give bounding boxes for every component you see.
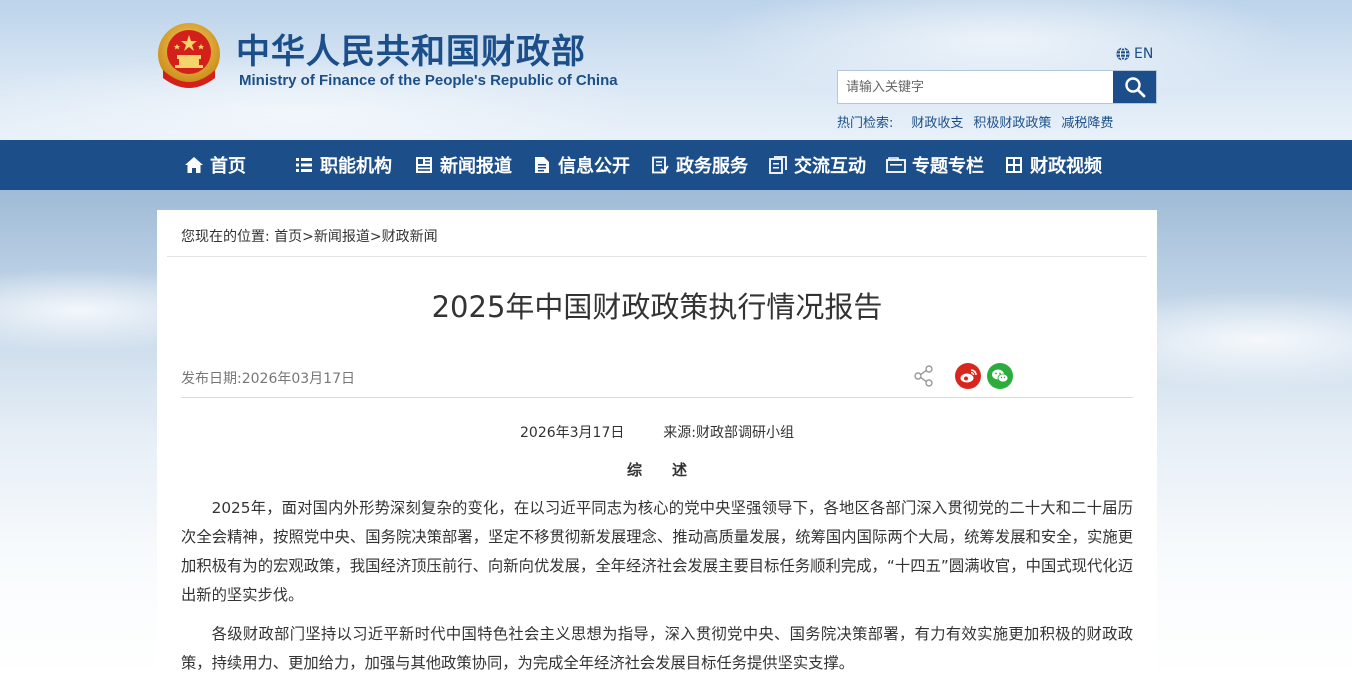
hot-search-link[interactable]: 减税降费 — [1061, 112, 1113, 131]
video-icon — [1004, 155, 1024, 175]
nav-label: 政务服务 — [676, 156, 748, 177]
article-meta: 2026年3月17日 来源:财政部调研小组 — [157, 422, 1157, 442]
globe-icon — [1116, 47, 1130, 61]
article-title: 2025年中国财政政策执行情况报告 — [431, 290, 883, 324]
article-date: 2026年3月17日 — [520, 425, 625, 441]
weibo-share-button[interactable] — [955, 363, 981, 389]
site-title-cn[interactable]: 中华人民共和国财政部 — [236, 24, 586, 73]
chat-icon — [768, 155, 788, 175]
folder-icon — [886, 155, 906, 175]
breadcrumb-prefix: 您现在的位置: — [181, 229, 270, 245]
nav-label: 财政视频 — [1030, 156, 1102, 177]
breadcrumb-separator: > — [369, 229, 382, 245]
share-button[interactable] — [911, 363, 937, 389]
nav-label: 职能机构 — [320, 156, 392, 177]
nav-label: 首页 — [210, 156, 246, 177]
divider — [181, 397, 1133, 398]
home-icon — [184, 155, 204, 175]
nav-label: 信息公开 — [558, 156, 630, 177]
hot-search: 热门检索: 财政收支 积极财政政策 减税降费 — [837, 112, 1113, 131]
hot-search-link[interactable]: 财政收支 — [911, 112, 963, 131]
share-icon — [914, 365, 933, 387]
search-button[interactable] — [1113, 71, 1156, 103]
nav-item-home[interactable]: 首页 — [184, 140, 246, 190]
site-header: 中华人民共和国财政部 Ministry of Finance of the Pe… — [0, 0, 1352, 140]
nav-item-videos[interactable]: 财政视频 — [1004, 140, 1102, 190]
share-bar — [911, 363, 1013, 389]
document-icon — [532, 155, 552, 175]
list-icon — [294, 155, 314, 175]
search-box — [837, 70, 1157, 104]
main-nav: 首页 职能机构 新闻报道 信息公开 政务服务 交流互动 专题专栏 财政视频 — [0, 140, 1352, 190]
language-label: EN — [1134, 46, 1154, 62]
nav-item-services[interactable]: 政务服务 — [650, 140, 748, 190]
breadcrumb: 您现在的位置: 首页>新闻报道>财政新闻 — [181, 226, 438, 246]
section-heading: 综述 — [626, 461, 717, 479]
article-paragraph: 各级财政部门坚持以习近平新时代中国特色社会主义思想为指导，深入贯彻党中央、国务院… — [181, 625, 1133, 672]
breadcrumb-link-news[interactable]: 新闻报道 — [314, 229, 370, 245]
nav-item-news[interactable]: 新闻报道 — [414, 140, 512, 190]
nav-label: 交流互动 — [794, 156, 866, 177]
site-title-en[interactable]: Ministry of Finance of the People's Repu… — [239, 72, 618, 89]
nav-item-functions[interactable]: 职能机构 — [294, 140, 392, 190]
hot-search-label: 热门检索: — [837, 116, 894, 131]
nav-item-disclosure[interactable]: 信息公开 — [532, 140, 630, 190]
wechat-icon — [992, 369, 1009, 383]
search-icon — [1124, 77, 1145, 98]
language-switch[interactable]: EN — [1116, 46, 1153, 62]
hot-search-link[interactable]: 积极财政政策 — [973, 112, 1051, 131]
newspaper-icon — [414, 155, 434, 175]
publish-date: 发布日期:2026年03月17日 — [181, 371, 355, 387]
nav-item-interaction[interactable]: 交流互动 — [768, 140, 866, 190]
wechat-share-button[interactable] — [987, 363, 1013, 389]
weibo-icon — [960, 369, 977, 383]
nav-label: 专题专栏 — [912, 156, 984, 177]
breadcrumb-link-finance-news[interactable]: 财政新闻 — [382, 229, 438, 245]
breadcrumb-link-home[interactable]: 首页 — [274, 229, 302, 245]
article-paragraph: 2025年，面对国内外形势深刻复杂的变化，在以习近平同志为核心的党中央坚强领导下… — [181, 499, 1133, 604]
service-icon — [650, 155, 670, 175]
divider — [167, 256, 1147, 257]
article-panel: 您现在的位置: 首页>新闻报道>财政新闻 2025年中国财政政策执行情况报告 发… — [157, 210, 1157, 681]
nav-item-topics[interactable]: 专题专栏 — [886, 140, 984, 190]
search-input[interactable] — [838, 71, 1113, 103]
breadcrumb-separator: > — [302, 229, 314, 245]
article-source: 来源:财政部调研小组 — [663, 425, 794, 441]
nav-label: 新闻报道 — [440, 156, 512, 177]
national-emblem-icon[interactable] — [157, 22, 221, 90]
